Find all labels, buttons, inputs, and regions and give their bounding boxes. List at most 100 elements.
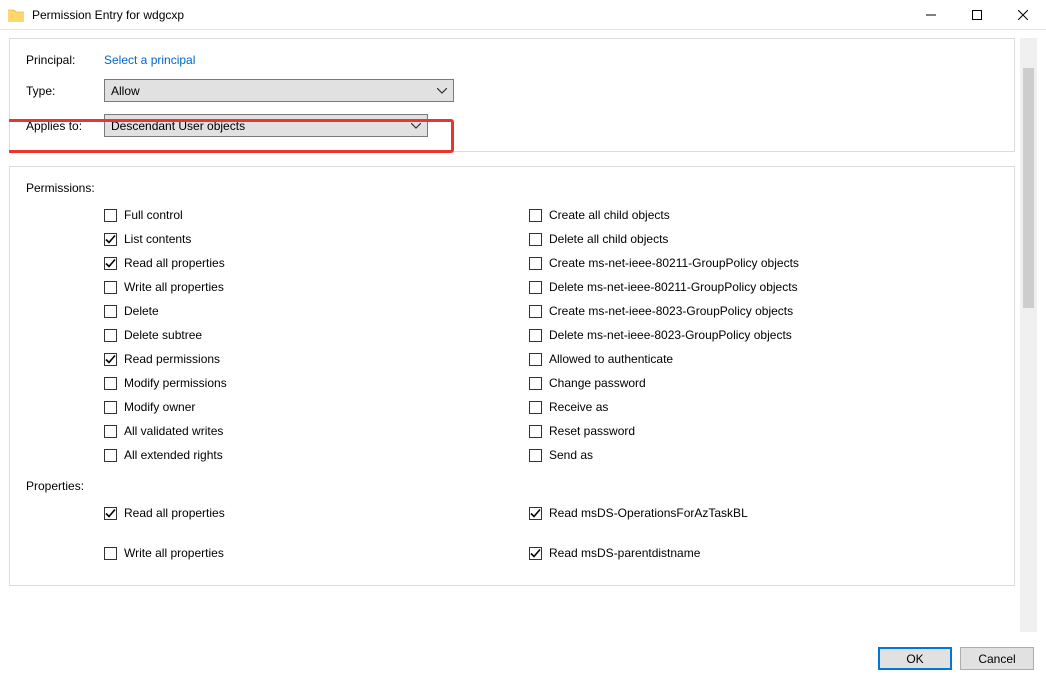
window-title: Permission Entry for wdgcxp (32, 8, 184, 22)
permissions-panel: Permissions: Full control List contents Re… (9, 166, 1015, 586)
permission-item: Reset password (529, 419, 799, 443)
permission-checkbox[interactable] (529, 353, 542, 366)
permission-checkbox[interactable] (104, 329, 117, 342)
permission-label: Read permissions (124, 352, 220, 366)
property-checkbox[interactable] (104, 507, 117, 520)
permission-label: Modify permissions (124, 376, 227, 390)
permission-item: Send as (529, 443, 799, 467)
permission-item: Read all properties (104, 251, 529, 275)
permission-item: Delete subtree (104, 323, 529, 347)
permission-item: Create all child objects (529, 203, 799, 227)
permission-checkbox[interactable] (104, 425, 117, 438)
property-item: Read msDS-parentdistname (529, 541, 748, 565)
permission-item: Create ms-net-ieee-80211-GroupPolicy obj… (529, 251, 799, 275)
permission-label: Read all properties (124, 256, 225, 270)
permission-label: Delete all child objects (549, 232, 668, 246)
chevron-down-icon (411, 123, 421, 129)
principal-label: Principal: (26, 53, 104, 67)
permission-checkbox[interactable] (529, 425, 542, 438)
applies-to-select-value: Descendant User objects (111, 119, 245, 133)
select-principal-link[interactable]: Select a principal (104, 53, 195, 67)
property-item: Read all properties (104, 501, 529, 525)
close-button[interactable] (1000, 0, 1046, 30)
scrollbar-thumb[interactable] (1023, 68, 1034, 308)
permission-label: Create all child objects (549, 208, 670, 222)
applies-to-label: Applies to: (26, 119, 104, 133)
properties-section-label: Properties: (26, 479, 998, 493)
cancel-button[interactable]: Cancel (960, 647, 1034, 670)
permission-label: Send as (549, 448, 593, 462)
property-label: Write all properties (124, 546, 224, 560)
permission-item: Allowed to authenticate (529, 347, 799, 371)
permission-item: All validated writes (104, 419, 529, 443)
permission-item: Delete ms-net-ieee-80211-GroupPolicy obj… (529, 275, 799, 299)
permission-item: All extended rights (104, 443, 529, 467)
type-select[interactable]: Allow (104, 79, 454, 102)
permission-item: Modify permissions (104, 371, 529, 395)
permission-checkbox[interactable] (529, 305, 542, 318)
permission-checkbox[interactable] (104, 449, 117, 462)
scrollbar[interactable] (1020, 38, 1037, 632)
permission-label: All validated writes (124, 424, 223, 438)
permission-checkbox[interactable] (529, 329, 542, 342)
permission-item: List contents (104, 227, 529, 251)
permission-checkbox[interactable] (529, 233, 542, 246)
permission-label: Receive as (549, 400, 608, 414)
ok-button[interactable]: OK (878, 647, 952, 670)
permission-label: Delete ms-net-ieee-8023-GroupPolicy obje… (549, 328, 792, 342)
property-checkbox[interactable] (529, 507, 542, 520)
property-label: Read all properties (124, 506, 225, 520)
property-checkbox[interactable] (529, 547, 542, 560)
property-item: Read msDS-OperationsForAzTaskBL (529, 501, 748, 525)
permission-label: Delete (124, 304, 159, 318)
permission-checkbox[interactable] (529, 401, 542, 414)
permission-item: Write all properties (104, 275, 529, 299)
permission-label: All extended rights (124, 448, 223, 462)
permission-checkbox[interactable] (104, 401, 117, 414)
permission-checkbox[interactable] (529, 257, 542, 270)
permission-label: Change password (549, 376, 646, 390)
permission-checkbox[interactable] (104, 233, 117, 246)
permission-item: Change password (529, 371, 799, 395)
type-select-value: Allow (111, 84, 140, 98)
permission-label: Modify owner (124, 400, 195, 414)
permission-label: Reset password (549, 424, 635, 438)
permission-label: Full control (124, 208, 183, 222)
permission-item: Read permissions (104, 347, 529, 371)
permission-checkbox[interactable] (529, 449, 542, 462)
maximize-button[interactable] (954, 0, 1000, 30)
property-label: Read msDS-parentdistname (549, 546, 700, 560)
titlebar: Permission Entry for wdgcxp (0, 0, 1046, 30)
permission-checkbox[interactable] (104, 305, 117, 318)
permission-item: Full control (104, 203, 529, 227)
permission-label: Allowed to authenticate (549, 352, 673, 366)
permission-item: Create ms-net-ieee-8023-GroupPolicy obje… (529, 299, 799, 323)
permission-item: Receive as (529, 395, 799, 419)
permission-checkbox[interactable] (104, 209, 117, 222)
permission-checkbox[interactable] (529, 377, 542, 390)
permission-label: List contents (124, 232, 191, 246)
permission-label: Create ms-net-ieee-80211-GroupPolicy obj… (549, 256, 799, 270)
folder-icon (8, 8, 24, 22)
permission-item: Delete (104, 299, 529, 323)
property-checkbox[interactable] (104, 547, 117, 560)
permission-checkbox[interactable] (529, 209, 542, 222)
permission-checkbox[interactable] (529, 281, 542, 294)
applies-to-select[interactable]: Descendant User objects (104, 114, 428, 137)
permission-item: Modify owner (104, 395, 529, 419)
minimize-button[interactable] (908, 0, 954, 30)
dialog-footer: OK Cancel (878, 647, 1034, 670)
permissions-section-label: Permissions: (26, 181, 998, 195)
permission-item: Delete ms-net-ieee-8023-GroupPolicy obje… (529, 323, 799, 347)
permission-item: Delete all child objects (529, 227, 799, 251)
permission-checkbox[interactable] (104, 377, 117, 390)
property-item: Write all properties (104, 541, 529, 565)
permission-label: Write all properties (124, 280, 224, 294)
permission-checkbox[interactable] (104, 281, 117, 294)
permission-checkbox[interactable] (104, 353, 117, 366)
property-label: Read msDS-OperationsForAzTaskBL (549, 506, 748, 520)
permission-label: Delete subtree (124, 328, 202, 342)
permission-checkbox[interactable] (104, 257, 117, 270)
chevron-down-icon (437, 88, 447, 94)
permission-label: Create ms-net-ieee-8023-GroupPolicy obje… (549, 304, 793, 318)
